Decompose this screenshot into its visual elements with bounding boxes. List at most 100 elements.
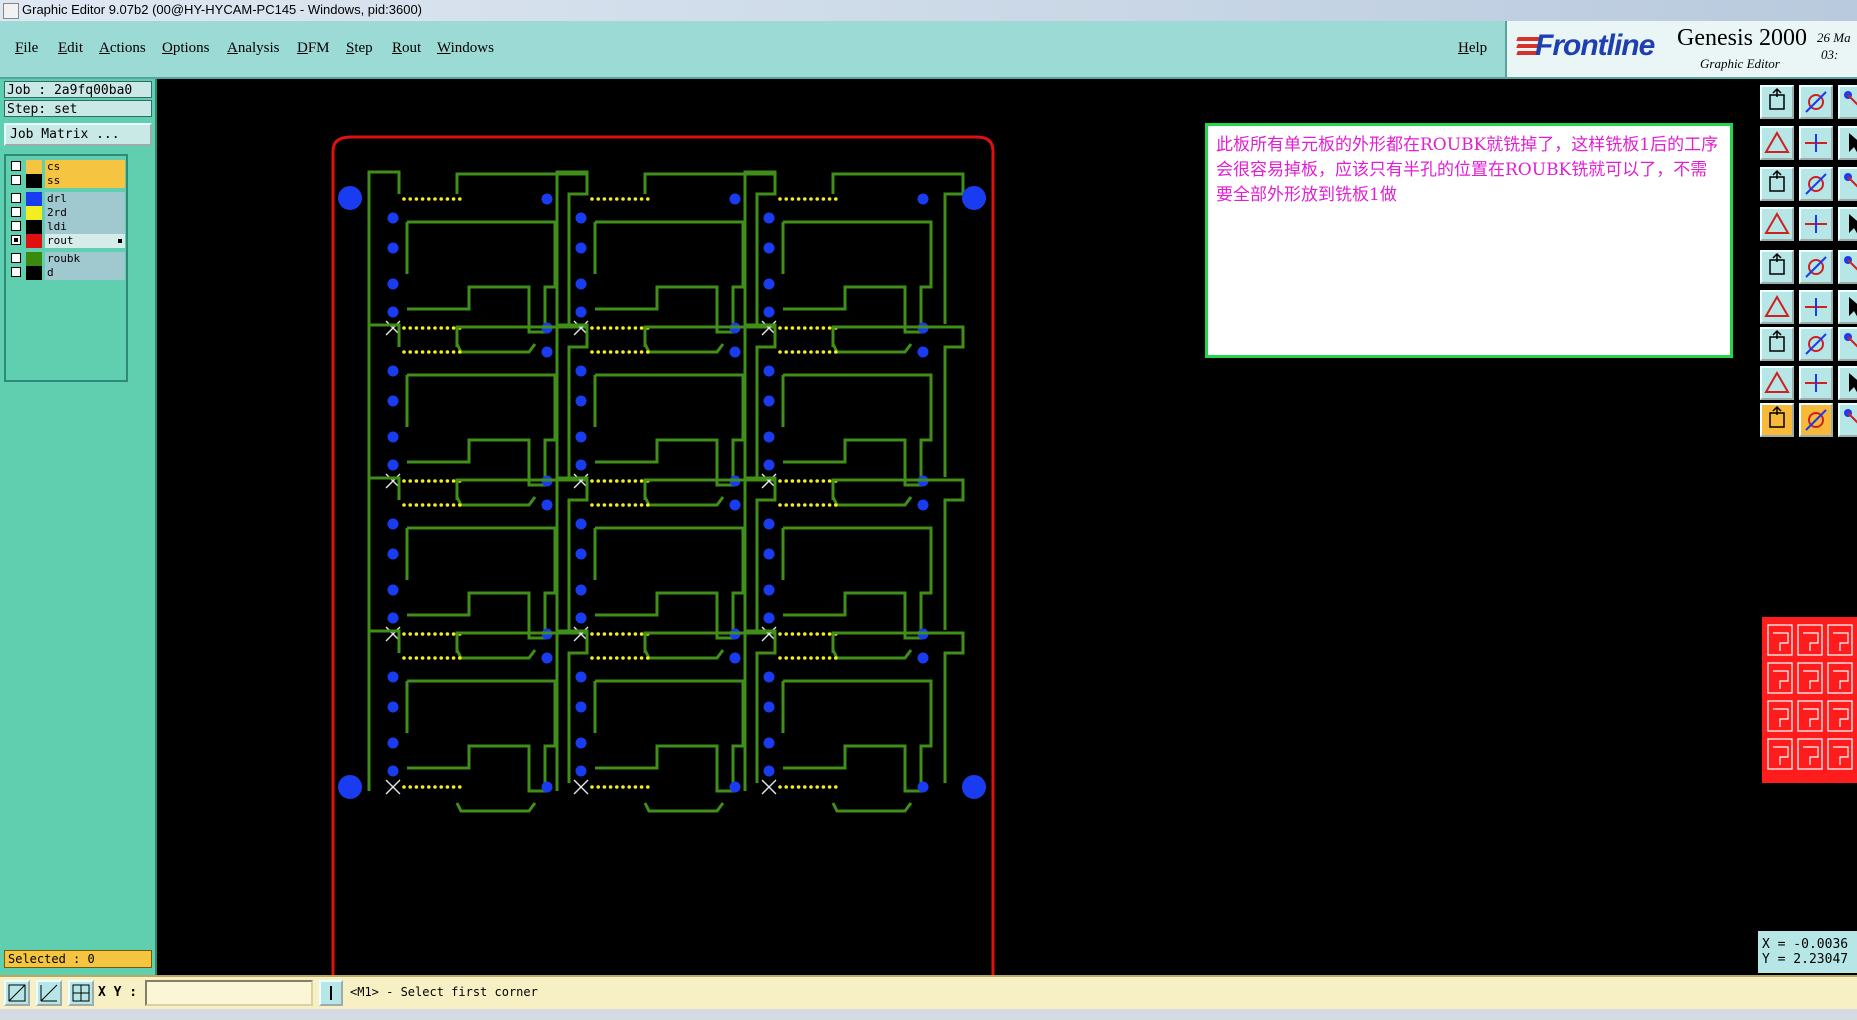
- tool-button-16[interactable]: [1760, 290, 1794, 324]
- second-drill-hit: [427, 479, 431, 483]
- second-drill-hit: [458, 503, 462, 507]
- layer-row-rout[interactable]: rout: [9, 234, 125, 248]
- layer-row-cs[interactable]: cs: [9, 160, 125, 174]
- window-title: Graphic Editor 9.07b2 (00@HY-HYCAM-PC145…: [22, 2, 423, 17]
- tool-button-1[interactable]: [1760, 85, 1794, 119]
- tool-button-3[interactable]: [1838, 85, 1857, 119]
- second-drill-hit: [596, 503, 600, 507]
- overview-map[interactable]: [1758, 615, 1857, 791]
- layer-row-2rd[interactable]: 2rd: [9, 206, 125, 220]
- arc-icon: [1805, 333, 1827, 355]
- second-drill-hit: [809, 479, 813, 483]
- menu-windows[interactable]: Windows: [437, 40, 494, 57]
- xy-input[interactable]: [145, 980, 313, 1006]
- layer-name: ldi: [45, 220, 125, 234]
- second-drill-hit: [420, 350, 425, 354]
- second-drill-hit: [796, 632, 801, 636]
- second-drill-hit: [596, 326, 600, 330]
- second-drill-hit: [439, 479, 444, 483]
- tool-button-9[interactable]: [1838, 167, 1857, 201]
- layer-row-d[interactable]: d: [9, 266, 125, 280]
- second-drill-hit: [821, 632, 826, 636]
- tooling-hole: [338, 186, 362, 210]
- layer-checkbox[interactable]: [11, 193, 21, 203]
- layer-checkbox[interactable]: [11, 161, 21, 171]
- menu-actions[interactable]: Actions: [99, 40, 146, 57]
- tool-button-11[interactable]: [1799, 207, 1833, 241]
- tool-button-25[interactable]: [1760, 403, 1794, 437]
- menu-edit[interactable]: Edit: [58, 40, 83, 57]
- second-drill-hit: [451, 503, 456, 507]
- menu-file[interactable]: File: [15, 40, 38, 57]
- second-drill-hit: [414, 197, 419, 201]
- job-matrix-button[interactable]: Job Matrix ...: [4, 123, 152, 146]
- tool-button-10[interactable]: [1760, 207, 1794, 241]
- tool-button-15[interactable]: [1838, 250, 1857, 284]
- cross-icon: [1805, 298, 1827, 316]
- tool-button-14[interactable]: [1799, 250, 1833, 284]
- tool-button-18[interactable]: [1838, 290, 1857, 324]
- tool-button-19[interactable]: [1760, 327, 1794, 361]
- tool-button-17[interactable]: [1799, 290, 1833, 324]
- second-drill-hit: [621, 785, 625, 789]
- menu-rout[interactable]: Rout: [392, 40, 421, 57]
- product-subtitle: Graphic Editor: [1700, 56, 1780, 71]
- xy-label: X Y :: [98, 985, 138, 1000]
- second-drill-hit: [627, 785, 631, 789]
- menu-dfm[interactable]: DFM: [297, 40, 330, 57]
- layer-checkbox[interactable]: [11, 207, 21, 217]
- command-toggle-button[interactable]: [319, 980, 343, 1006]
- tool-button-24[interactable]: [1838, 366, 1857, 400]
- second-drill-hit: [827, 326, 832, 330]
- tool-button-13[interactable]: [1760, 250, 1794, 284]
- second-drill-hit: [608, 350, 613, 354]
- second-drill-hit: [439, 197, 444, 201]
- layer-checkbox[interactable]: [11, 253, 21, 263]
- tool-button-20[interactable]: [1799, 327, 1833, 361]
- menu-step[interactable]: Step: [346, 40, 373, 57]
- tool-button-8[interactable]: [1799, 167, 1833, 201]
- tool-button-21[interactable]: [1838, 327, 1857, 361]
- layer-checkbox[interactable]: [11, 235, 21, 245]
- layer-checkbox[interactable]: [11, 175, 21, 185]
- layer-row-roubk[interactable]: roubk: [9, 252, 125, 266]
- second-drill-hit: [602, 785, 607, 789]
- second-drill-hit: [834, 503, 838, 507]
- layer-checkbox[interactable]: [11, 221, 21, 231]
- second-drill-hit: [639, 197, 644, 201]
- tool-button-6[interactable]: [1838, 126, 1857, 160]
- second-drill-hit: [646, 197, 650, 201]
- second-drill-hit: [402, 197, 406, 201]
- grid-snap-button[interactable]: [68, 980, 94, 1006]
- drill-hit: [387, 306, 399, 318]
- menu-analysis[interactable]: Analysis: [227, 40, 280, 57]
- tool-button-27[interactable]: [1838, 403, 1857, 437]
- layer-row-drl[interactable]: drl: [9, 192, 125, 206]
- tool-button-12[interactable]: [1838, 207, 1857, 241]
- menu-help[interactable]: Help: [1458, 40, 1487, 57]
- zoom-box-button[interactable]: [4, 980, 30, 1006]
- menu-options[interactable]: Options: [162, 40, 210, 57]
- tool-button-23[interactable]: [1799, 366, 1833, 400]
- tool-button-7[interactable]: [1760, 167, 1794, 201]
- move-down-icon: [1805, 91, 1827, 113]
- zoom-diagonal-button[interactable]: [36, 980, 62, 1006]
- tool-button-5[interactable]: [1799, 126, 1833, 160]
- drill-hit: [575, 242, 587, 254]
- tool-button-26[interactable]: [1799, 403, 1833, 437]
- layer-row-ss[interactable]: ss: [9, 174, 125, 188]
- second-drill-hit: [439, 785, 444, 789]
- layer-row-ldi[interactable]: ldi: [9, 220, 125, 234]
- second-drill-hit: [608, 197, 613, 201]
- second-drill-hit: [427, 197, 431, 201]
- tool-button-22[interactable]: [1760, 366, 1794, 400]
- tool-button-2[interactable]: [1799, 85, 1833, 119]
- layer-checkbox[interactable]: [11, 267, 21, 277]
- second-drill-hit: [427, 503, 431, 507]
- draw-line-icon: [1769, 329, 1785, 352]
- second-drill-hit: [646, 656, 650, 660]
- drill-hit: [387, 612, 399, 624]
- tool-button-4[interactable]: [1760, 126, 1794, 160]
- second-drill-hit: [602, 197, 607, 201]
- brand-logo: Frontline: [1535, 29, 1655, 62]
